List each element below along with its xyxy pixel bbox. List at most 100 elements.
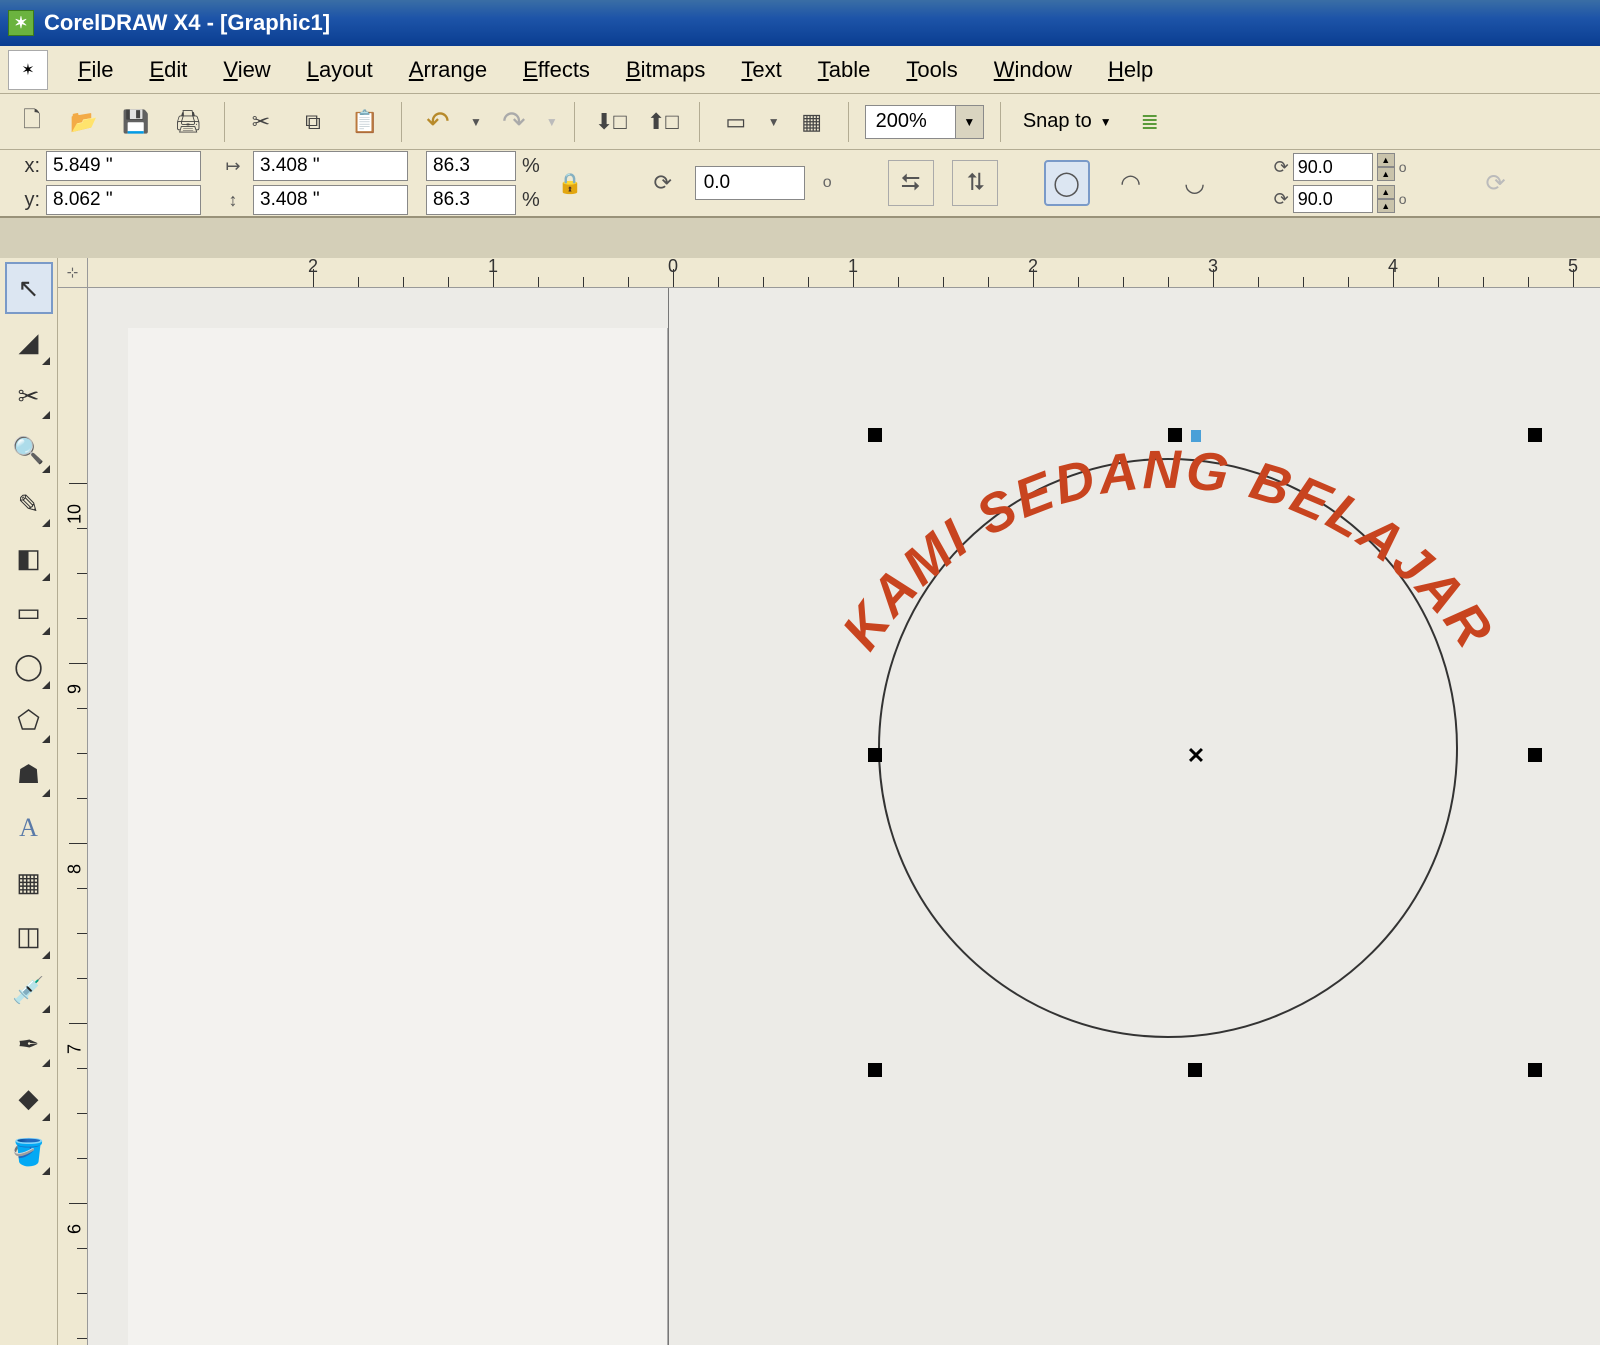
menu-bitmaps[interactable]: Bitmaps <box>608 53 723 87</box>
menu-file[interactable]: File <box>60 53 131 87</box>
menu-arrange[interactable]: Arrange <box>391 53 505 87</box>
basic-shapes-tool[interactable]: ☗ <box>5 748 53 800</box>
dup-y-icon: ⟳ <box>1274 189 1289 210</box>
text-tool[interactable]: A <box>5 802 53 854</box>
menu-help[interactable]: Help <box>1090 53 1171 87</box>
menu-window[interactable]: Window <box>976 53 1090 87</box>
snap-to-menu[interactable]: Snap to ▼ <box>1017 110 1118 133</box>
undo-button[interactable]: ↶ <box>418 102 458 142</box>
undo-dropdown-icon[interactable]: ▼ <box>470 115 482 129</box>
save-button[interactable]: 💾 <box>116 102 156 142</box>
property-bar: x: y: ↦ ↕ % % 🔒 ⟳ 0.0 o ⮀ ⮁ ◯ ◠ ◡ ⟳ ▲▲ o… <box>0 150 1600 218</box>
outline-tool[interactable]: ✒ <box>5 1018 53 1070</box>
canvas[interactable]: KAMI SEDANG BELAJAR ✕ <box>88 288 1600 1345</box>
horizontal-ruler[interactable]: 21012345 <box>88 258 1600 288</box>
percent-label: % <box>522 189 540 212</box>
width-input[interactable] <box>253 151 408 181</box>
canvas-area: ⊹ 21012345 109876 KAMI SEDANG BELAJAR ✕ <box>58 258 1600 1345</box>
welcome-button[interactable]: ▦ <box>792 102 832 142</box>
shape-tool[interactable]: ◢ <box>5 316 53 368</box>
zoom-select[interactable]: 200% ▼ <box>865 105 984 139</box>
height-icon: ↕ <box>219 186 247 214</box>
ruler-origin[interactable]: ⊹ <box>58 258 88 288</box>
polygon-tool[interactable]: ⬠ <box>5 694 53 746</box>
selection-handle-tr[interactable] <box>1528 428 1542 442</box>
end-angle-input[interactable] <box>1293 185 1373 213</box>
menu-text[interactable]: Text <box>723 53 799 87</box>
start-angle-input[interactable] <box>1293 153 1373 181</box>
interactive-tool[interactable]: ◫ <box>5 910 53 962</box>
width-icon: ↦ <box>219 152 247 180</box>
selection-handle-tm[interactable] <box>1168 428 1182 442</box>
fill-tool[interactable]: ◆ <box>5 1072 53 1124</box>
wrap-arc2-button[interactable]: ◡ <box>1172 160 1218 206</box>
clockwise-button[interactable]: ⟳ <box>1473 160 1519 206</box>
document-icon[interactable]: ✶ <box>8 50 48 90</box>
zoom-value: 200% <box>866 110 955 133</box>
spinner[interactable]: ▲▲ <box>1377 185 1395 213</box>
app-icon: ✶ <box>8 10 34 36</box>
menu-table[interactable]: Table <box>800 53 889 87</box>
selection-center-marker[interactable]: ✕ <box>1187 743 1205 769</box>
menu-view[interactable]: View <box>205 53 288 87</box>
selection-handle-bm[interactable] <box>1188 1063 1202 1077</box>
menu-layout[interactable]: Layout <box>289 53 391 87</box>
open-button[interactable]: 📂 <box>64 102 104 142</box>
pick-tool[interactable]: ↖ <box>5 262 53 314</box>
eyedropper-tool[interactable]: 💉 <box>5 964 53 1016</box>
selection-handle-mr[interactable] <box>1528 748 1542 762</box>
selection-handle-br[interactable] <box>1528 1063 1542 1077</box>
interactive-fill-tool[interactable]: 🪣 <box>5 1126 53 1178</box>
menu-edit[interactable]: Edit <box>131 53 205 87</box>
menu-tools[interactable]: Tools <box>888 53 975 87</box>
menu-effects[interactable]: Effects <box>505 53 608 87</box>
cut-button[interactable]: ✂ <box>241 102 281 142</box>
table-tool[interactable]: ▦ <box>5 856 53 908</box>
scale-x-input[interactable] <box>426 151 516 181</box>
degree-label: o <box>1399 159 1407 175</box>
redo-button: ↷ <box>494 102 534 142</box>
rectangle-tool[interactable]: ▭ <box>5 586 53 638</box>
smart-fill-tool[interactable]: ◧ <box>5 532 53 584</box>
crop-tool[interactable]: ✂ <box>5 370 53 422</box>
import-button[interactable]: ⬇□ <box>591 102 631 142</box>
y-input[interactable] <box>46 185 201 215</box>
mirror-h-button[interactable]: ⮀ <box>888 160 934 206</box>
launcher-dropdown-icon[interactable]: ▼ <box>768 115 780 129</box>
percent-label: % <box>522 155 540 178</box>
degree-label: o <box>1399 191 1407 207</box>
ellipse-object[interactable] <box>878 458 1458 1038</box>
freehand-tool[interactable]: ✎ <box>5 478 53 530</box>
selection-handle-tl[interactable] <box>868 428 882 442</box>
wrap-arc-button[interactable]: ◠ <box>1108 160 1154 206</box>
copy-button[interactable]: ⧉ <box>293 102 333 142</box>
selection-handle-ml[interactable] <box>868 748 882 762</box>
mirror-v-button[interactable]: ⮁ <box>952 160 998 206</box>
x-input[interactable] <box>46 151 201 181</box>
vertical-ruler[interactable]: 109876 <box>58 288 88 1345</box>
export-button[interactable]: ⬆□ <box>643 102 683 142</box>
zoom-tool[interactable]: 🔍 <box>5 424 53 476</box>
app-launcher-button[interactable]: ▭ <box>716 102 756 142</box>
selection-handle-bl[interactable] <box>868 1063 882 1077</box>
work-area: ↖ ◢ ✂ 🔍 ✎ ◧ ▭ ◯ ⬠ ☗ A ▦ ◫ 💉 ✒ ◆ 🪣 ⊹ 2101… <box>0 258 1600 1345</box>
chevron-down-icon[interactable]: ▼ <box>955 106 983 138</box>
rotation-input[interactable]: 0.0 <box>695 166 805 200</box>
wrap-pie-button[interactable]: ◯ <box>1044 160 1090 206</box>
paste-button[interactable]: 📋 <box>345 102 385 142</box>
new-button[interactable]: 🗋 <box>12 102 52 142</box>
title-bar: ✶ CorelDRAW X4 - [Graphic1] <box>0 0 1600 46</box>
options-button[interactable]: ≣ <box>1130 102 1170 142</box>
degree-label: o <box>823 174 832 192</box>
lock-ratio-button[interactable]: 🔒 <box>558 171 583 196</box>
x-label: x: <box>12 155 40 178</box>
toolbox: ↖ ◢ ✂ 🔍 ✎ ◧ ▭ ◯ ⬠ ☗ A ▦ ◫ 💉 ✒ ◆ 🪣 <box>0 258 58 1345</box>
height-input[interactable] <box>253 185 408 215</box>
spinner[interactable]: ▲▲ <box>1377 153 1395 181</box>
rotation-marker[interactable] <box>1191 430 1201 442</box>
scale-y-input[interactable] <box>426 185 516 215</box>
ellipse-tool[interactable]: ◯ <box>5 640 53 692</box>
rotate-icon: ⟳ <box>649 169 677 197</box>
y-label: y: <box>12 189 40 212</box>
print-button[interactable]: 🖨 <box>168 102 208 142</box>
